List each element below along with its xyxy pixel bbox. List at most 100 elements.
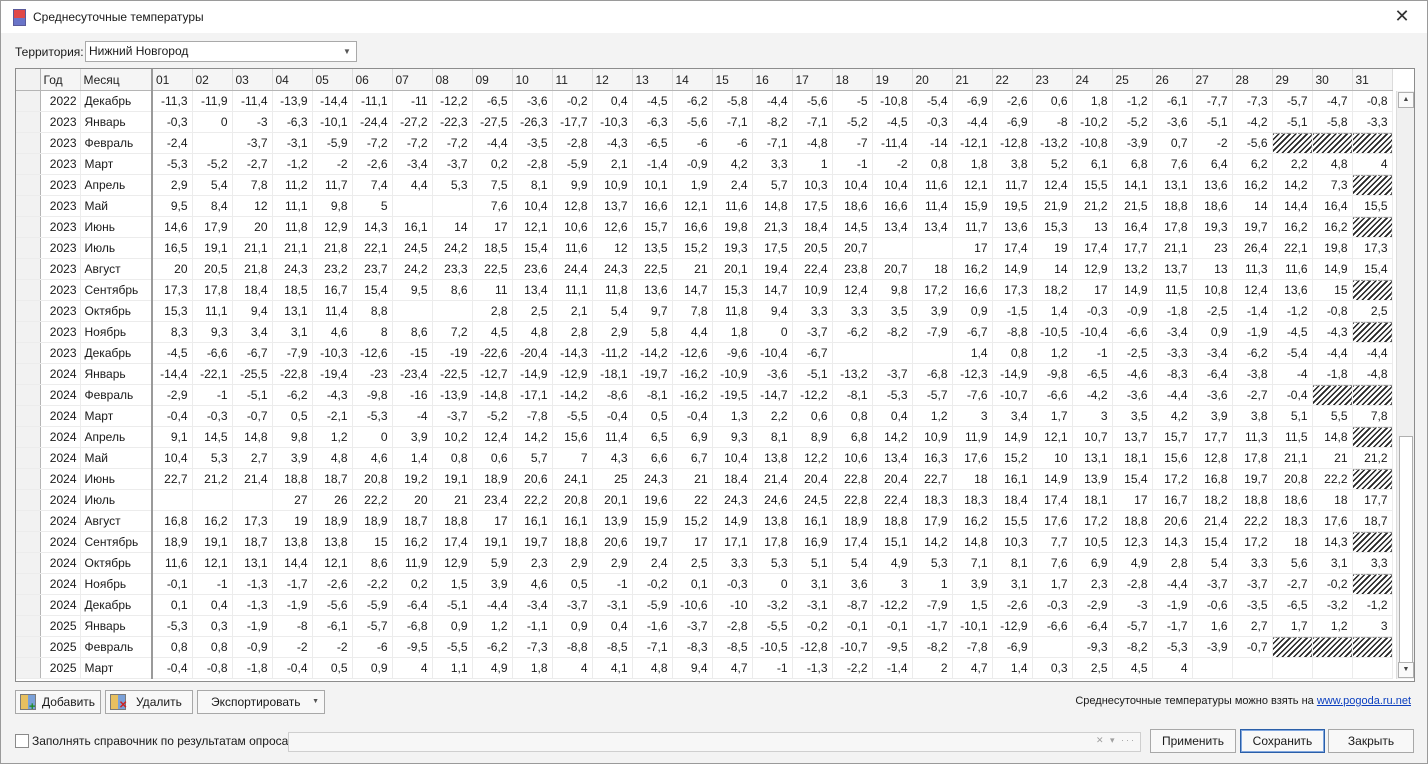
temperature-cell[interactable]: -4: [392, 405, 433, 427]
temperature-cell[interactable]: -5,2: [472, 405, 513, 427]
temperature-cell[interactable]: -3: [1112, 594, 1153, 616]
temperature-cell[interactable]: 22,8: [832, 468, 873, 490]
temperature-cell[interactable]: -3,7: [552, 594, 593, 616]
temperature-cell[interactable]: 9,7: [632, 300, 673, 322]
temperature-cell[interactable]: -11,3: [152, 90, 193, 112]
temperature-cell[interactable]: 14,7: [672, 279, 713, 301]
temperature-cell[interactable]: -7,1: [712, 111, 753, 133]
temperature-cell[interactable]: 1: [792, 153, 833, 175]
temperature-cell[interactable]: -2,2: [352, 573, 393, 595]
temperature-cell[interactable]: -26,3: [512, 111, 553, 133]
temperature-cell[interactable]: -4,4: [1312, 342, 1353, 364]
temperature-cell[interactable]: -4,5: [152, 342, 193, 364]
temperature-cell[interactable]: -12,6: [352, 342, 393, 364]
temperature-cell[interactable]: -1,3: [792, 657, 833, 679]
temperature-cell[interactable]: 1,2: [472, 615, 513, 637]
temperature-cell[interactable]: -22,6: [472, 342, 513, 364]
temperature-cell[interactable]: 22,4: [872, 489, 913, 511]
temperature-cell[interactable]: 0,4: [592, 615, 633, 637]
temperature-cell[interactable]: [432, 195, 473, 217]
temperature-cell[interactable]: 16,6: [872, 195, 913, 217]
temperature-cell[interactable]: 13,1: [1072, 447, 1113, 469]
temperature-cell[interactable]: -4,5: [632, 90, 673, 112]
table-row[interactable]: 2024 Февраль -2,9 -1 -5,1 -6,2 -4,3 -9,8 -16 -13,…: [16, 384, 1393, 406]
temperature-cell[interactable]: 22,2: [1312, 468, 1353, 490]
temperature-cell[interactable]: 10,4: [712, 447, 753, 469]
temperature-cell[interactable]: 12,1: [672, 195, 713, 217]
row-indicator[interactable]: [16, 216, 41, 238]
temperature-cell[interactable]: -6,5: [632, 132, 673, 154]
temperature-cell[interactable]: 18,2: [1032, 279, 1073, 301]
temperature-cell[interactable]: 15: [352, 531, 393, 553]
temperature-cell[interactable]: -14,3: [552, 342, 593, 364]
temperature-cell[interactable]: 15,3: [712, 279, 753, 301]
column-header-month[interactable]: Месяц: [80, 69, 153, 91]
temperature-cell[interactable]: -5,7: [912, 384, 953, 406]
temperature-cell[interactable]: -1,8: [232, 657, 273, 679]
temperature-cell[interactable]: -5,2: [832, 111, 873, 133]
temperature-cell[interactable]: -5,7: [1112, 615, 1153, 637]
close-button[interactable]: Закрыть: [1328, 729, 1414, 753]
temperature-cell[interactable]: 8,6: [432, 279, 473, 301]
temperature-cell[interactable]: -25,5: [232, 363, 273, 385]
temperature-cell[interactable]: 18,4: [712, 468, 753, 490]
temperature-cell[interactable]: 17,6: [952, 447, 993, 469]
temperature-cell[interactable]: -4,4: [752, 90, 793, 112]
temperature-cell[interactable]: -4,3: [592, 132, 633, 154]
temperature-cell[interactable]: 15,4: [1112, 468, 1153, 490]
temperature-cell[interactable]: 24,3: [272, 258, 313, 280]
export-dropdown-button[interactable]: Экспортировать ▼: [197, 690, 325, 714]
temperature-cell[interactable]: -16: [392, 384, 433, 406]
temperature-cell[interactable]: 14,9: [1312, 258, 1353, 280]
temperature-cell[interactable]: 10: [1032, 447, 1073, 469]
temperature-cell[interactable]: -3,5: [512, 132, 553, 154]
temperature-cell[interactable]: 22,1: [352, 237, 393, 259]
temperature-cell[interactable]: 6,6: [632, 447, 673, 469]
temperature-cell[interactable]: 14,9: [1112, 279, 1153, 301]
table-row[interactable]: 2024 Октябрь 11,6 12,1 13,1 14,4 12,1 8,6 11,9 12…: [16, 552, 1393, 574]
temperature-cell[interactable]: 11,9: [392, 552, 433, 574]
temperature-cell[interactable]: -12,6: [672, 342, 713, 364]
temperature-cell[interactable]: -3,3: [1152, 342, 1193, 364]
temperature-cell[interactable]: 0,8: [992, 342, 1033, 364]
temperature-cell[interactable]: 9,4: [232, 300, 273, 322]
temperature-cell[interactable]: 20,4: [792, 468, 833, 490]
temperature-cell[interactable]: 15,3: [152, 300, 193, 322]
temperature-cell[interactable]: 6,9: [1072, 552, 1113, 574]
temperature-cell[interactable]: 4: [552, 657, 593, 679]
temperature-cell[interactable]: 12,2: [792, 447, 833, 469]
temperature-cell[interactable]: 10,4: [872, 174, 913, 196]
temperature-cell[interactable]: -2,9: [152, 384, 193, 406]
temperature-cell[interactable]: -4,4: [1152, 384, 1193, 406]
temperature-cell[interactable]: 1,4: [992, 657, 1033, 679]
temperature-cell[interactable]: 9,8: [872, 279, 913, 301]
temperature-cell[interactable]: -0,4: [152, 405, 193, 427]
scroll-up-button[interactable]: ▲: [1398, 92, 1414, 108]
temperature-cell[interactable]: 5,3: [912, 552, 953, 574]
temperature-cell[interactable]: -0,2: [552, 90, 593, 112]
temperature-cell[interactable]: -9,5: [872, 636, 913, 658]
temperature-cell[interactable]: -3,8: [1232, 363, 1273, 385]
temperature-cell[interactable]: 10,5: [1072, 531, 1113, 553]
temperature-cell[interactable]: 18,7: [232, 531, 273, 553]
column-header-day-04[interactable]: 04: [272, 69, 313, 91]
temperature-cell[interactable]: -5,8: [712, 90, 753, 112]
temperature-cell[interactable]: -6,9: [952, 90, 993, 112]
temperature-cell[interactable]: -13,9: [272, 90, 313, 112]
temperature-cell[interactable]: 6,5: [632, 426, 673, 448]
temperature-cell[interactable]: 8,6: [352, 552, 393, 574]
temperature-cell[interactable]: [392, 195, 433, 217]
temperature-cell[interactable]: 18: [1272, 531, 1313, 553]
temperature-cell[interactable]: 10,6: [552, 216, 593, 238]
temperature-cell[interactable]: 24,3: [592, 258, 633, 280]
temperature-cell[interactable]: -8: [272, 615, 313, 637]
temperature-cell[interactable]: -1,7: [1152, 615, 1193, 637]
temperature-cell[interactable]: -1,8: [1312, 363, 1353, 385]
temperature-cell[interactable]: 22,7: [912, 468, 953, 490]
column-header-day-24[interactable]: 24: [1072, 69, 1113, 91]
temperature-cell[interactable]: 9,3: [712, 426, 753, 448]
temperature-cell[interactable]: -8,2: [1112, 636, 1153, 658]
temperature-cell[interactable]: 13,6: [632, 279, 673, 301]
temperature-cell[interactable]: 15,4: [512, 237, 553, 259]
temperature-cell[interactable]: -10,7: [832, 636, 873, 658]
